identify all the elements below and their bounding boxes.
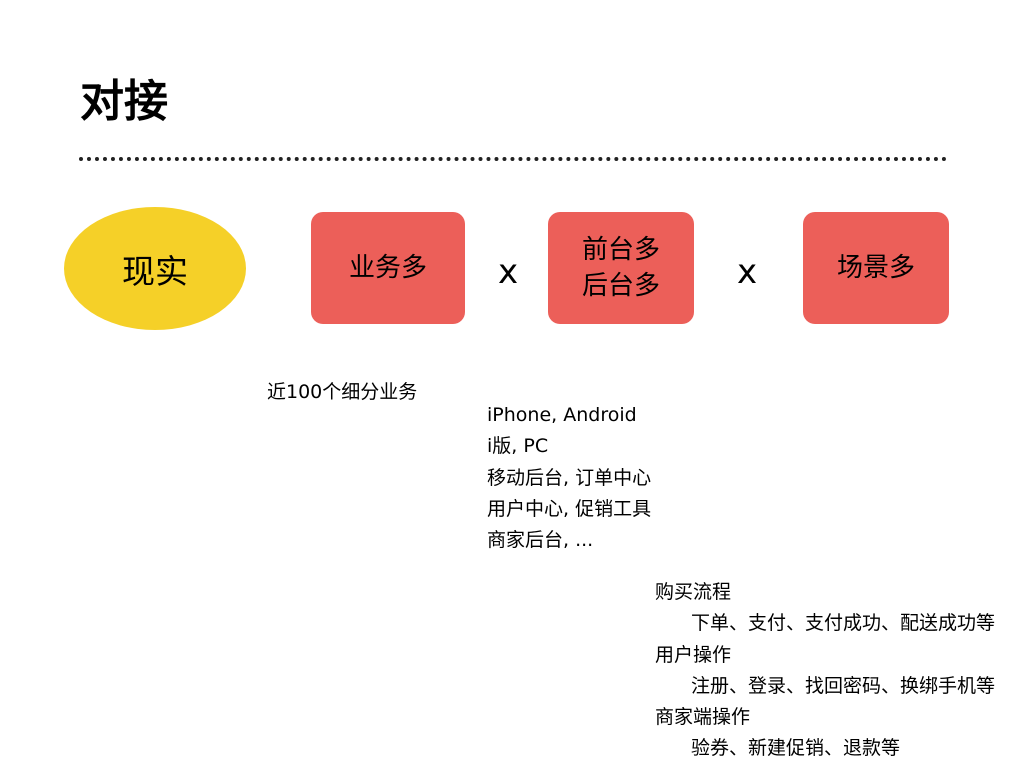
multiply-operator-2: x [736,252,758,292]
platform-item: 商家后台, ... [487,529,594,552]
scenario-list: 购买流程 下单、支付、支付成功、配送成功等 用户操作 注册、登录、找回密码、换绑… [655,577,995,765]
business-note: 近100个细分业务 [267,381,418,403]
business-box: 业务多 [311,212,465,324]
multiply-operator-1: x [497,252,519,292]
platform-item: iPhone, Android [487,404,637,426]
platform-item: 移动后台, 订单中心 [487,466,652,489]
dotted-divider [79,157,947,161]
reality-ellipse: 现实 [64,207,246,330]
backend-box-label: 后台多 [581,271,660,301]
scenario-box: 场景多 [803,212,949,324]
business-box-label: 业务多 [348,253,427,283]
scenario-detail: 下单、支付、支付成功、配送成功等 [691,612,996,635]
scenario-heading: 购买流程 [655,581,732,603]
slide: 对接 现实 业务多 x 前台多 后台多 x 场景多 近100个细分业务 iPho… [0,0,1024,768]
scenario-heading: 用户操作 [655,643,732,666]
platform-list: iPhone, Android i版, PC 移动后台, 订单中心 用户中心, … [487,400,651,556]
scenario-detail: 注册、登录、找回密码、换绑手机等 [691,674,996,697]
scenario-detail: 验券、新建促销、退款等 [691,737,901,760]
frontend-box-label: 前台多 [581,235,660,265]
platform-item: i版, PC [487,435,549,458]
slide-title: 对接 [80,76,168,127]
reality-label: 现实 [122,251,188,291]
platform-item: 用户中心, 促销工具 [487,497,652,520]
frontend-backend-box: 前台多 后台多 [548,212,694,324]
scenario-box-label: 场景多 [836,253,915,283]
scenario-heading: 商家端操作 [655,706,751,729]
